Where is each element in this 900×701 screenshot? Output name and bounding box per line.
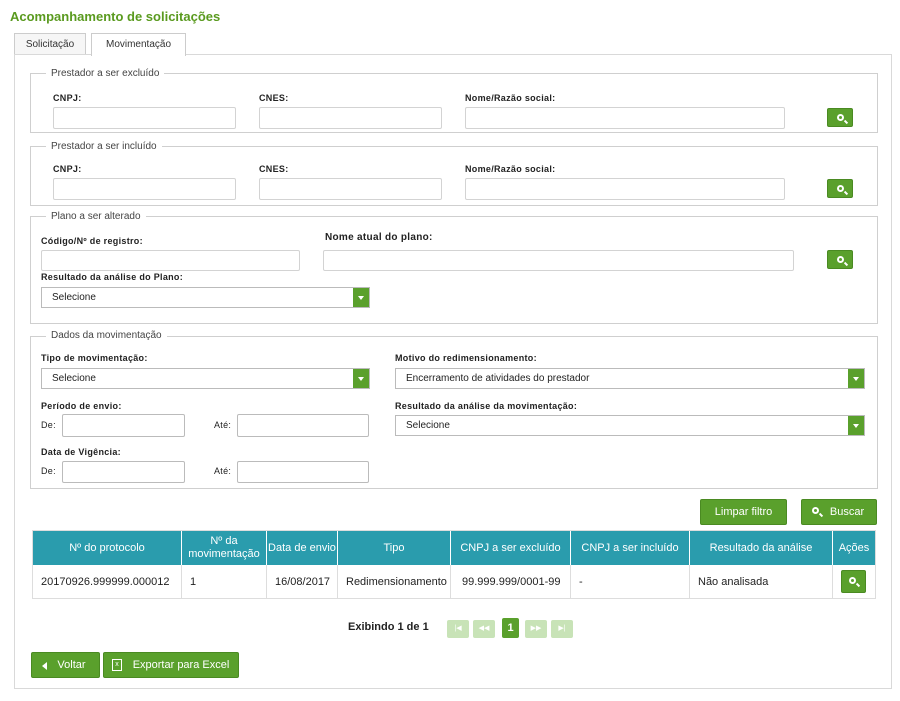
last-page-button[interactable]: ▶| [551,620,573,638]
clear-filter-button[interactable]: Limpar filtro [700,499,787,525]
tab-solicitacao[interactable]: Solicitação [14,33,86,55]
excluded-search-button[interactable] [827,108,853,127]
plan-name-input[interactable] [323,250,794,271]
last-page-icon: ▶| [558,625,566,632]
excluded-provider-legend: Prestador a ser excluído [46,68,165,79]
resize-reason-value: Encerramento de atividades do prestador [406,373,590,384]
plan-code-label: Código/Nº de registro: [41,236,143,246]
send-date-cell: 16/08/2017 [267,565,338,598]
caret-left-icon [42,662,47,670]
table-row: 20170926.999999.000012 1 16/08/2017 Redi… [33,565,875,598]
excel-icon: x [112,659,122,671]
resize-reason-label: Motivo do redimensionamento: [395,353,537,363]
plan-result-label: Resultado da análise do Plano: [41,272,184,282]
send-from-input[interactable] [62,414,185,437]
plan-result-value: Selecione [52,292,96,303]
included-search-button[interactable] [827,179,853,198]
included-name-input[interactable] [465,178,785,200]
included-name-label: Nome/Razão social: [465,164,556,174]
view-details-button[interactable] [841,570,866,593]
included-provider-legend: Prestador a ser incluído [46,141,162,152]
export-excel-button[interactable]: x Exportar para Excel [103,652,239,678]
movement-legend: Dados da movimentação [46,330,167,341]
result-cell: Não analisada [690,565,833,598]
resize-reason-select[interactable]: Encerramento de atividades do prestador [395,368,865,389]
search-icon [812,507,819,514]
col-movement-number-header[interactable]: Nº da movimentação [182,531,267,565]
chevron-down-icon [353,369,369,388]
excluded-name-input[interactable] [465,107,785,129]
current-page-button[interactable]: 1 [502,618,519,638]
col-send-date-header[interactable]: Data de envio [267,531,338,565]
validity-to-input[interactable] [237,461,369,483]
export-excel-label: Exportar para Excel [132,659,230,671]
col-cnpj-excluded-header[interactable]: CNPJ a ser excluído [451,531,571,565]
plan-name-label: Nome atual do plano: [325,232,433,243]
send-period-label: Período de envio: [41,401,122,411]
cnpj-included-cell: - [571,565,690,598]
excluded-name-label: Nome/Razão social: [465,93,556,103]
send-to-input[interactable] [237,414,369,437]
search-icon [837,256,844,263]
included-cnpj-input[interactable] [53,178,236,200]
search-icon [837,185,844,192]
excluded-cnpj-label: CNPJ: [53,93,82,103]
chevron-down-icon [848,369,864,388]
excluded-cnes-input[interactable] [259,107,442,129]
search-icon [837,114,844,121]
type-cell: Redimensionamento [338,565,451,598]
prev-page-button[interactable]: ◀◀ [473,620,495,638]
col-actions-header: Ações [833,531,875,565]
tab-movimentacao[interactable]: Movimentação [91,33,186,56]
table-header-row: Nº do protocolo Nº da movimentação Data … [33,531,875,565]
pagination-summary: Exibindo 1 de 1 [348,621,429,633]
validity-from-input[interactable] [62,461,185,483]
plan-search-button[interactable] [827,250,853,269]
col-protocol-header[interactable]: Nº do protocolo [33,531,182,565]
search-button[interactable]: Buscar [801,499,877,525]
first-page-button[interactable]: |◀ [447,620,469,638]
movement-result-label: Resultado da análise da movimentação: [395,401,578,411]
plan-code-input[interactable] [41,250,300,271]
movement-result-select[interactable]: Selecione [395,415,865,436]
col-result-header[interactable]: Resultado da análise [690,531,833,565]
search-button-label: Buscar [829,506,865,518]
validity-date-label: Data de Vigência: [41,447,121,457]
cnpj-excluded-cell: 99.999.999/0001-99 [451,565,571,598]
prev-page-icon: ◀◀ [478,625,490,632]
movement-result-value: Selecione [406,420,450,431]
back-button-label: Voltar [57,659,86,671]
first-page-icon: |◀ [454,625,462,632]
included-cnes-label: CNES: [259,164,289,174]
movement-type-value: Selecione [52,373,96,384]
validity-to-label: Até: [214,466,232,476]
protocol-cell: 20170926.999999.000012 [33,565,182,598]
send-from-label: De: [41,420,56,430]
movement-type-select[interactable]: Selecione [41,368,370,389]
excluded-cnes-label: CNES: [259,93,289,103]
next-page-button[interactable]: ▶▶ [525,620,547,638]
chevron-down-icon [353,288,369,307]
included-cnpj-label: CNPJ: [53,164,82,174]
next-page-icon: ▶▶ [530,625,542,632]
chevron-down-icon [848,416,864,435]
included-cnes-input[interactable] [259,178,442,200]
movement-type-label: Tipo de movimentação: [41,353,148,363]
back-button[interactable]: Voltar [31,652,100,678]
results-table: Nº do protocolo Nº da movimentação Data … [32,530,876,599]
plan-legend: Plano a ser alterado [46,211,146,222]
excluded-cnpj-input[interactable] [53,107,236,129]
validity-from-label: De: [41,466,56,476]
page-title: Acompanhamento de solicitações [10,9,221,24]
zoom-in-icon [849,577,856,584]
send-to-label: Até: [214,420,232,430]
plan-result-select[interactable]: Selecione [41,287,370,308]
col-type-header[interactable]: Tipo [338,531,451,565]
actions-cell [833,565,875,598]
movement-number-cell: 1 [182,565,267,598]
col-cnpj-included-header[interactable]: CNPJ a ser incluído [571,531,690,565]
